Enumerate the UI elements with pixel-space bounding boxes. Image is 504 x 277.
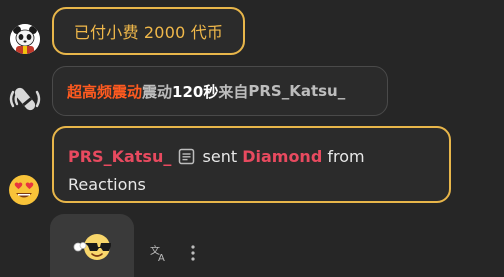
- panda-avatar-icon[interactable]: [10, 24, 40, 54]
- vibrate-icon: [8, 82, 42, 116]
- tip-message-bubble: 已付小费 2000 代币: [52, 7, 245, 55]
- document-icon: [178, 147, 195, 172]
- vibration-from-label: 来自: [218, 82, 249, 101]
- svg-text:A: A: [158, 253, 165, 262]
- vibration-intensity: 超高频震动: [67, 82, 143, 101]
- gift-name: Diamond: [242, 147, 323, 166]
- vibration-duration: 120秒: [172, 82, 219, 101]
- vibration-message-bubble: 超高频震动 震动 120秒 来自 PRS_Katsu_: [52, 66, 388, 116]
- vibration-action: 震动: [142, 82, 173, 101]
- reaction-gift-message-bubble: PRS_Katsu_ sent Diamond from Reactions: [52, 126, 451, 203]
- gift-source: Reactions: [68, 175, 146, 194]
- vibration-username[interactable]: PRS_Katsu_: [248, 82, 345, 100]
- translate-icon[interactable]: 文 A: [150, 244, 168, 264]
- heart-eyes-emoji-icon: [8, 174, 40, 206]
- gift-sent-label: sent: [202, 147, 238, 166]
- sunglasses-emoji-sticker: [72, 232, 114, 262]
- tip-message-text: 已付小费 2000 代币: [73, 23, 224, 42]
- gift-from-label: from: [327, 147, 365, 166]
- more-options-icon[interactable]: [186, 244, 200, 262]
- gift-username[interactable]: PRS_Katsu_: [68, 147, 171, 166]
